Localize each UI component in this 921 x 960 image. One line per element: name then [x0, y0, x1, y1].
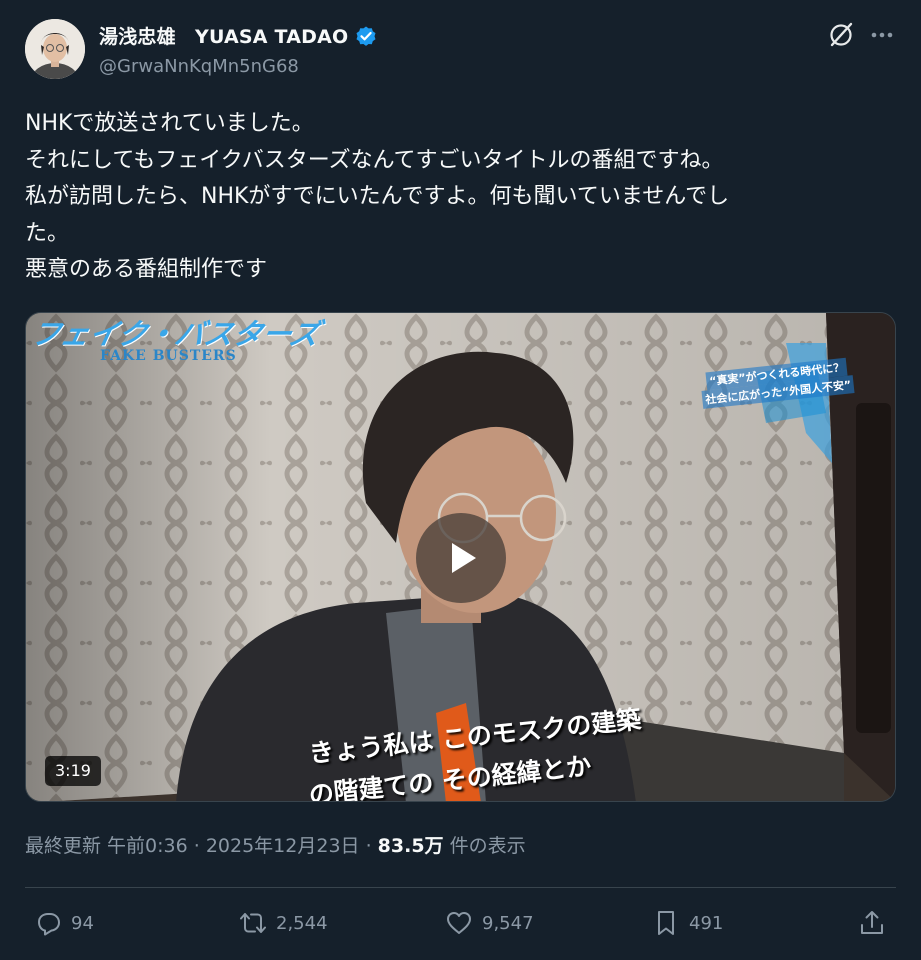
- view-count: 83.5万: [377, 835, 444, 857]
- tweet-text: NHKで放送されていました。 それにしてもフェイクバスターズなんてすごいタイトル…: [25, 106, 885, 289]
- avatar-image: [25, 19, 85, 79]
- tweet-line: た。: [25, 220, 70, 246]
- play-button[interactable]: [416, 513, 506, 603]
- bookmark-button[interactable]: 491: [651, 905, 723, 941]
- avatar[interactable]: [25, 19, 85, 79]
- tweet-meta: 最終更新 午前0:36 · 2025年12月23日 · 83.5万 件の表示: [25, 831, 526, 858]
- divider: [25, 887, 896, 888]
- grok-button[interactable]: [826, 20, 856, 50]
- tweet-line: 悪意のある番組制作です: [25, 257, 268, 282]
- more-icon: [871, 32, 893, 38]
- grok-icon: [830, 22, 853, 47]
- repost-button[interactable]: 2,544: [238, 905, 328, 941]
- video-player[interactable]: フェイク・バスターズ FAKE BUSTERS “真実”がつくれる時代に？ 社会…: [25, 312, 896, 802]
- play-icon: [452, 543, 476, 573]
- share-icon: [861, 911, 883, 934]
- view-label: 件の表示: [443, 835, 526, 857]
- author-name-row: 湯浅忠雄 YUASA TADAO: [99, 22, 378, 49]
- reply-icon: [38, 913, 60, 936]
- tweet-line: 私が訪問したら、NHKがすでにいたんですよ。何も聞いていませんでし: [25, 184, 730, 209]
- more-options-button[interactable]: [866, 20, 898, 50]
- like-button[interactable]: 9,547: [444, 905, 534, 941]
- repost-count: 2,544: [276, 912, 328, 934]
- video-duration: 3:19: [45, 756, 101, 786]
- reply-count: 94: [71, 912, 94, 934]
- timestamp[interactable]: 最終更新 午前0:36 · 2025年12月23日 ·: [25, 835, 378, 857]
- bookmark-icon: [658, 911, 674, 935]
- tweet-line: NHKで放送されていました。: [25, 111, 314, 136]
- program-subtitle: FAKE BUSTERS: [100, 348, 237, 364]
- tweet-line: それにしてもフェイクバスターズなんてすごいタイトルの番組ですね。: [25, 147, 724, 173]
- like-count: 9,547: [482, 912, 534, 934]
- share-button[interactable]: [857, 905, 887, 941]
- reply-button[interactable]: 94: [33, 905, 94, 941]
- repost-icon: [240, 913, 266, 933]
- like-icon: [447, 912, 471, 934]
- verified-icon[interactable]: [354, 24, 378, 48]
- author-display-name[interactable]: 湯浅忠雄 YUASA TADAO: [99, 22, 348, 49]
- bookmark-count: 491: [689, 912, 724, 934]
- program-title: フェイク・バスターズ: [27, 317, 323, 351]
- author-handle[interactable]: @GrwaNnKqMn5nG68: [99, 56, 299, 77]
